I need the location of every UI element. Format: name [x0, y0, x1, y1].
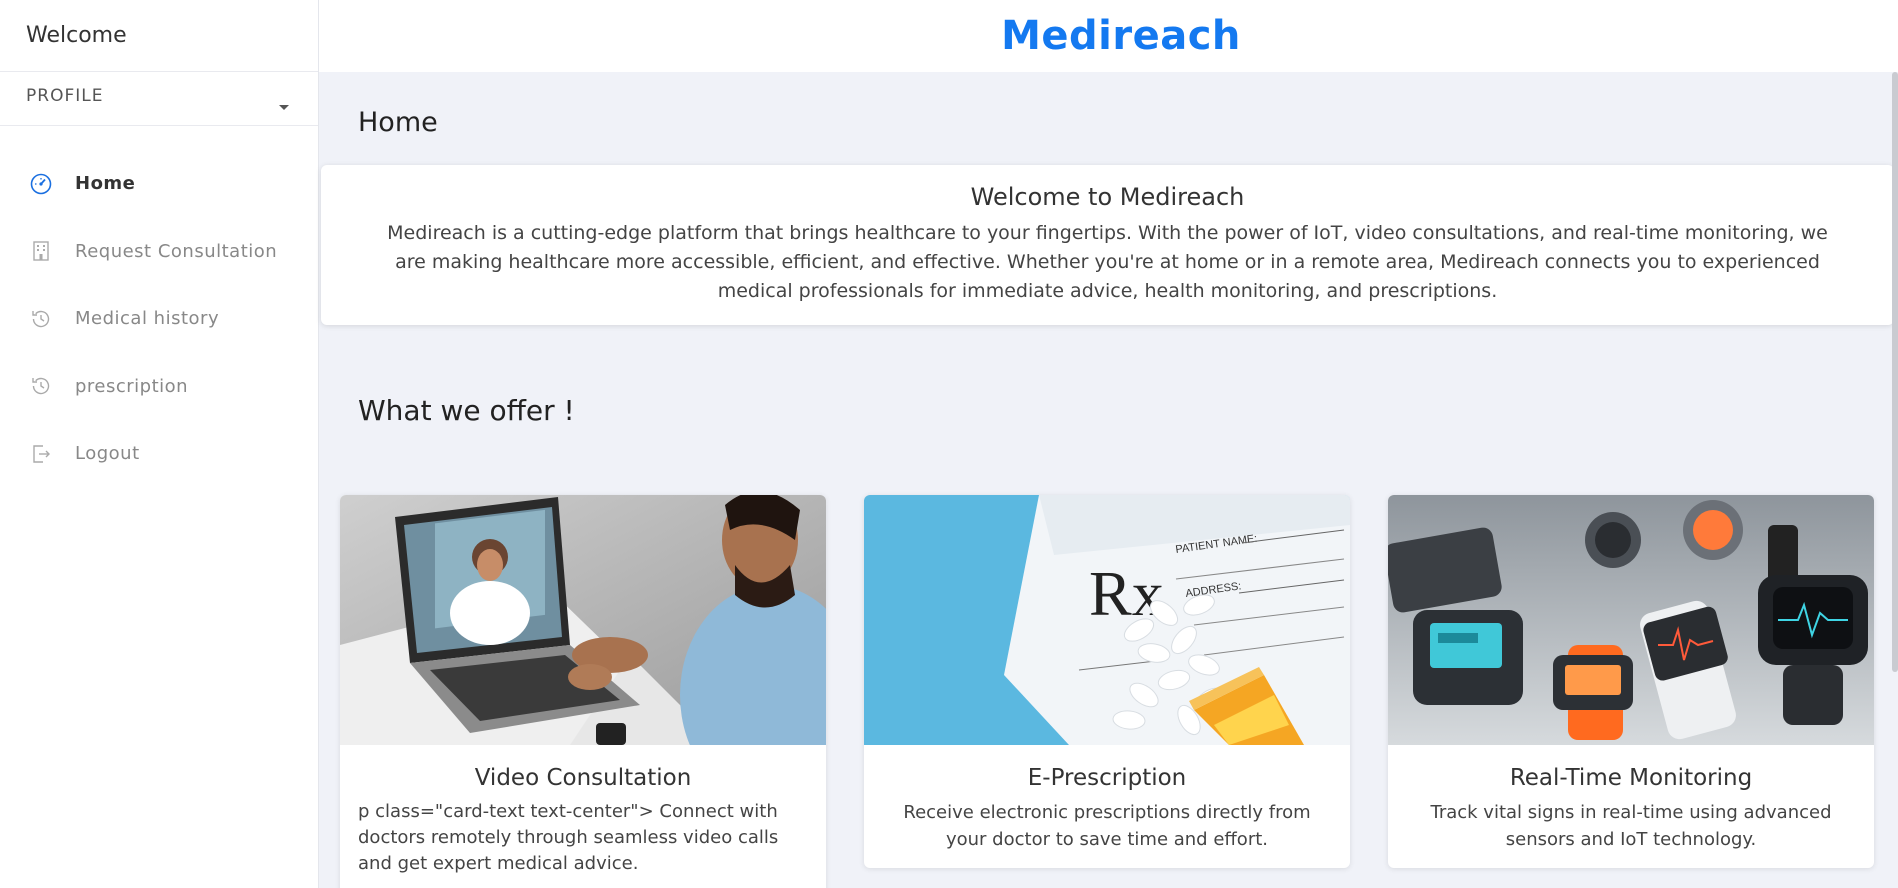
card-text: Receive electronic prescriptions directl… [903, 802, 1311, 850]
sidebar-item-logout[interactable]: Logout [0, 420, 318, 488]
card-title: E-Prescription [1027, 765, 1187, 791]
sidebar-item-label: prescription [75, 375, 189, 397]
sidebar-welcome: Welcome [0, 0, 318, 72]
sidebar-item-request-consultation[interactable]: Request Consultation [0, 218, 318, 286]
history-clock-icon [29, 374, 53, 398]
sidebar-item-label: Medical history [75, 308, 220, 330]
sidebar-item-medical-history[interactable]: Medical history [0, 285, 318, 353]
sidebar-item-label: Home [75, 173, 136, 195]
welcome-text: Medireach is a cutting-edge platform tha… [387, 222, 1828, 302]
card-body: Real-Time Monitoring Track vital signs i… [1388, 745, 1874, 865]
profile-dropdown[interactable]: PROFILE [0, 72, 318, 126]
real-time-monitoring-image [1388, 495, 1874, 745]
card-title: Video Consultation [474, 765, 692, 791]
offer-heading: What we offer ! [358, 394, 575, 427]
profile-label: PROFILE [26, 86, 104, 106]
e-prescription-image: Rx PATIENT NAME: ADDRESS: [864, 495, 1350, 745]
welcome-title: Welcome to Medireach [970, 183, 1245, 211]
card-text: p class="card-text text-center"> Connect… [358, 801, 779, 874]
e-prescription-card: Rx PATIENT NAME: ADDRESS: E-Prescription… [864, 495, 1350, 868]
rx-symbol: Rx [1089, 558, 1164, 629]
card-body: Video Consultation p class="card-text te… [340, 745, 826, 888]
sidebar-item-label: Request Consultation [75, 240, 278, 262]
page-scrollbar[interactable] [1892, 72, 1898, 672]
real-time-monitoring-card: Real-Time Monitoring Track vital signs i… [1388, 495, 1874, 868]
sidebar-item-label: Logout [75, 443, 140, 465]
sidebar: Welcome PROFILE Home Request Consultatio… [0, 0, 319, 888]
card-text: Track vital signs in real-time using adv… [1430, 802, 1832, 850]
top-bar: Medireach [319, 0, 1898, 72]
brand-logo[interactable]: Medireach [1001, 13, 1241, 59]
card-title: Real-Time Monitoring [1509, 765, 1753, 791]
sidebar-item-home[interactable]: Home [0, 150, 318, 218]
sidebar-item-prescription[interactable]: prescription [0, 353, 318, 421]
hospital-building-icon [29, 239, 53, 263]
card-body: E-Prescription Receive electronic prescr… [864, 745, 1350, 865]
welcome-card: Welcome to Medireach Medireach is a cutt… [321, 165, 1894, 325]
main-content: Home Welcome to Medireach Medireach is a… [319, 72, 1898, 888]
dashboard-gauge-icon [29, 172, 53, 196]
sidebar-nav: Home Request Consultation Medical histor… [0, 126, 318, 488]
video-consultation-image [340, 495, 826, 745]
page-title: Home [358, 107, 438, 138]
history-clock-icon [29, 307, 53, 331]
logout-icon [29, 442, 53, 466]
video-consultation-card: Video Consultation p class="card-text te… [340, 495, 826, 888]
chevron-down-icon [279, 105, 289, 110]
